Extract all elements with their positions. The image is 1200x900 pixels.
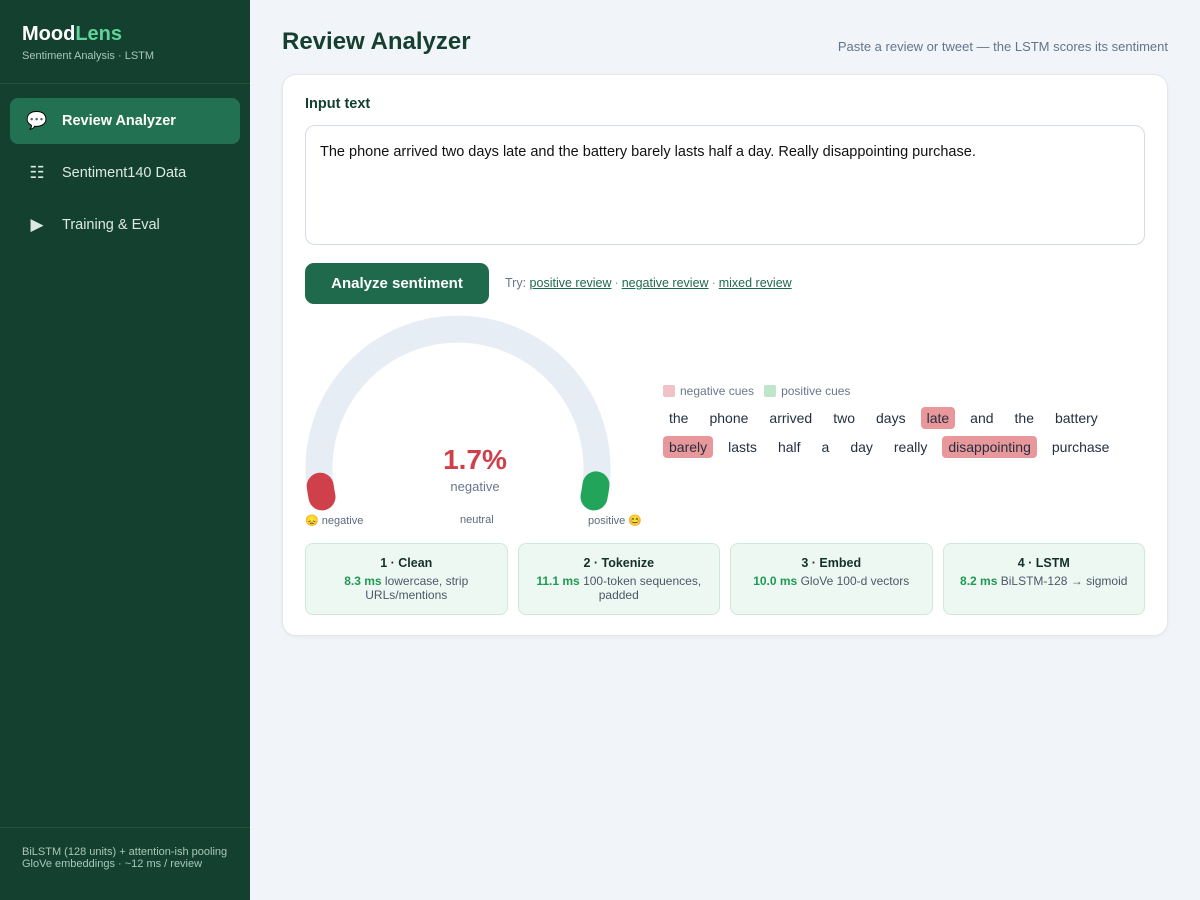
step-detail: 100-token sequences, padded <box>583 574 702 602</box>
brand-title-accent: Lens <box>75 23 122 45</box>
sentiment-score: 1.7% <box>443 444 507 475</box>
embedding-info: GloVe embeddings · ~12 ms / review <box>22 858 203 870</box>
gauge-mid-label: neutral <box>460 514 494 526</box>
step-detail: GloVe 100-d vectors <box>800 574 910 588</box>
token: lasts <box>728 439 757 455</box>
step-time: 8.3 ms <box>344 574 382 588</box>
pipeline-steps: 1 · Clean 8.3 ms lowercase, strip URLs/m… <box>305 543 1145 615</box>
negative-swatch <box>663 385 675 397</box>
token: the <box>669 410 689 426</box>
review-input[interactable] <box>305 125 1145 245</box>
pipeline-step: 1 · Clean 8.3 ms lowercase, strip URLs/m… <box>305 543 508 615</box>
sidebar-item-review-analyzer[interactable]: 💬 Review Analyzer <box>10 98 240 144</box>
example-links: Try: positive review · negative review · mix… <box>505 276 792 290</box>
pipeline-step: 4 · LSTM 8.2 ms BiLSTM-128 → sigmoid <box>942 543 1145 615</box>
step-title: 3 · Embed <box>801 556 862 570</box>
step-time: 11.1 ms <box>536 574 580 588</box>
negative-token: late <box>920 407 956 429</box>
token: battery <box>1054 410 1098 426</box>
gauge-max-label: positive 😊 <box>588 515 643 527</box>
positive-swatch <box>764 385 777 397</box>
sidebar-item-sentiment140-data[interactable]: ☷ Sentiment140 Data <box>10 150 240 196</box>
step-description: 8.2 ms BiLSTM-128 → sigmoid <box>944 574 1145 588</box>
analyzer-card: Input text Analyze sentiment Try: positi… <box>282 74 1168 636</box>
step-detail: BiLSTM-128 → sigmoid <box>1000 574 1128 588</box>
step-description: 10.0 ms GloVe 100-d vectors <box>731 574 932 588</box>
sidebar-nav: 💬 Review Analyzer ☷ Sentiment140 Data ▶ … <box>0 84 250 268</box>
table-list-icon: ☷ <box>29 163 45 182</box>
sentiment-label: negative <box>450 479 500 494</box>
token: two <box>833 410 855 426</box>
sidebar-item-label: Training & Eval <box>62 217 160 233</box>
page-title: Review Analyzer <box>282 28 471 55</box>
page-hint: Paste a review or tweet — the LSTM score… <box>837 39 1168 54</box>
sidebar-item-label: Sentiment140 Data <box>62 165 187 181</box>
play-icon: ▶ <box>30 215 44 234</box>
step-time: 8.2 ms <box>960 574 998 588</box>
step-description: 11.1 ms 100-token sequences, padded <box>519 574 720 602</box>
token: day <box>850 439 873 455</box>
separator: · <box>711 276 716 290</box>
brand-logo: MoodLens <box>22 22 228 46</box>
token: days <box>876 410 906 426</box>
chat-bubble-icon: 💬 <box>26 111 48 130</box>
brand-subtitle: Sentiment Analysis · LSTM <box>22 50 155 62</box>
pipeline-step: 3 · Embed 10.0 ms GloVe 100-d vectors <box>730 543 933 615</box>
gauge-positive-segment <box>580 471 610 511</box>
try-prefix: Try: <box>505 276 527 290</box>
token: purchase <box>1051 439 1110 455</box>
token: the <box>1014 410 1034 426</box>
input-label: Input text <box>305 96 371 112</box>
brand: MoodLens Sentiment Analysis · LSTM <box>0 0 250 84</box>
token: arrived <box>769 410 813 426</box>
step-time: 10.0 ms <box>753 574 798 588</box>
example-negative-link[interactable]: negative review <box>622 276 709 290</box>
token-highlights: the phone arrived two days late and the battery b… <box>663 407 1163 458</box>
step-title: 4 · LSTM <box>1017 556 1070 570</box>
step-title: 1 · Clean <box>380 556 433 570</box>
token: half <box>777 439 801 455</box>
negative-legend-label: negative cues <box>680 384 755 398</box>
token: and <box>970 410 994 426</box>
sidebar-footer: BiLSTM (128 units) + attention-ish pooli… <box>0 827 250 900</box>
cue-legend: negative cues positive cues <box>663 384 850 398</box>
model-info: BiLSTM (128 units) + attention-ish pooli… <box>22 846 228 858</box>
gauge-min-label: 😞 negative <box>305 515 364 527</box>
separator: · <box>614 276 619 290</box>
token: really <box>893 439 928 455</box>
analyze-button[interactable]: Analyze sentiment <box>305 263 489 304</box>
example-mixed-link[interactable]: mixed review <box>719 276 792 290</box>
example-positive-link[interactable]: positive review <box>530 276 612 290</box>
gauge-negative-segment <box>306 472 336 511</box>
sidebar: MoodLens Sentiment Analysis · LSTM 💬 Rev… <box>0 0 250 900</box>
step-description: 8.3 ms lowercase, strip URLs/mentions <box>306 574 507 602</box>
pipeline-step: 2 · Tokenize 11.1 ms 100-token sequences… <box>517 543 720 615</box>
brand-title-part: Mood <box>22 23 76 45</box>
sentiment-gauge: 1.7% negative 😞 negative neutral positiv… <box>305 315 645 535</box>
positive-legend-label: positive cues <box>781 384 851 398</box>
sidebar-item-training-eval[interactable]: ▶ Training & Eval <box>10 202 240 248</box>
sidebar-item-label: Review Analyzer <box>62 113 176 129</box>
negative-token: disappointing <box>942 436 1037 458</box>
token: phone <box>709 410 749 426</box>
negative-token: barely <box>663 436 714 458</box>
token: a <box>821 439 830 455</box>
step-title: 2 · Tokenize <box>583 556 655 570</box>
